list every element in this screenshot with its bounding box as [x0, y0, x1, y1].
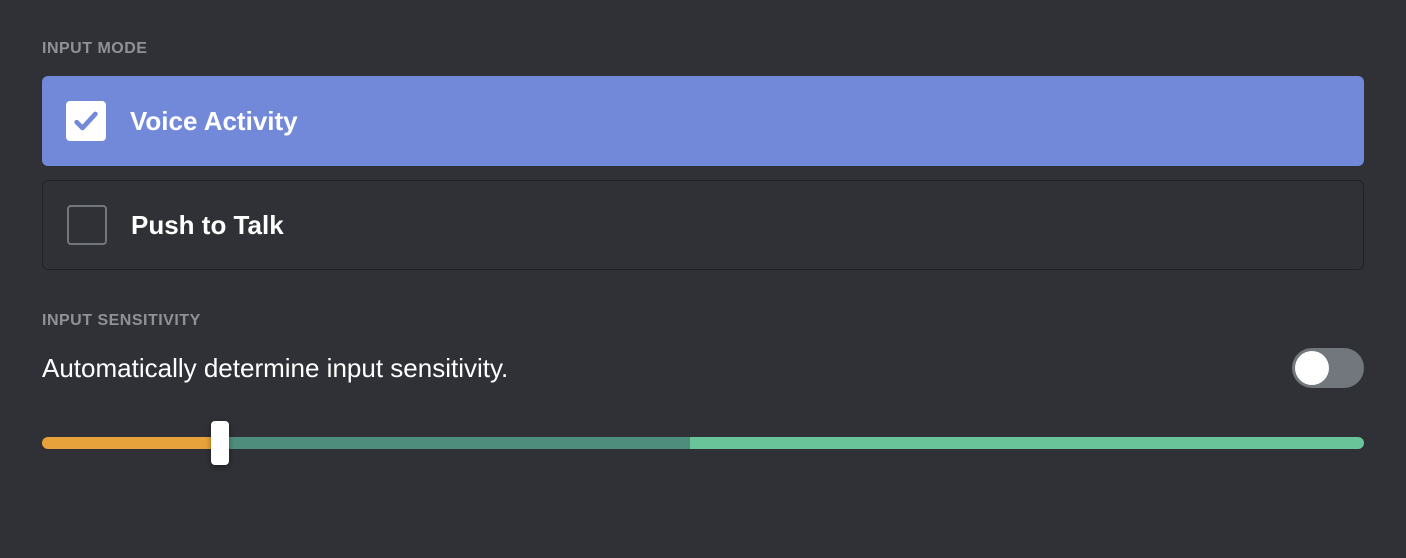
input-mode-option-label: Voice Activity: [130, 106, 298, 137]
auto-sensitivity-row: Automatically determine input sensitivit…: [42, 348, 1364, 388]
input-mode-option-voice-activity[interactable]: Voice Activity: [42, 76, 1364, 166]
slider-segment-remaining: [690, 437, 1364, 449]
toggle-thumb-icon: [1295, 351, 1329, 385]
slider-segment-below-threshold: [42, 437, 220, 449]
checkbox-checked-icon: [66, 101, 106, 141]
auto-sensitivity-label: Automatically determine input sensitivit…: [42, 353, 508, 384]
input-mode-header: INPUT MODE: [42, 40, 1364, 58]
input-sensitivity-section: INPUT SENSITIVITY Automatically determin…: [42, 312, 1364, 462]
slider-thumb[interactable]: [211, 421, 229, 465]
input-mode-option-push-to-talk[interactable]: Push to Talk: [42, 180, 1364, 270]
slider-segment-active: [220, 437, 689, 449]
slider-track: [42, 437, 1364, 449]
input-mode-option-label: Push to Talk: [131, 210, 284, 241]
input-mode-radio-group: Voice Activity Push to Talk: [42, 76, 1364, 270]
auto-sensitivity-toggle[interactable]: [1292, 348, 1364, 388]
sensitivity-slider[interactable]: [42, 424, 1364, 462]
input-sensitivity-header: INPUT SENSITIVITY: [42, 312, 1364, 330]
checkbox-unchecked-icon: [67, 205, 107, 245]
